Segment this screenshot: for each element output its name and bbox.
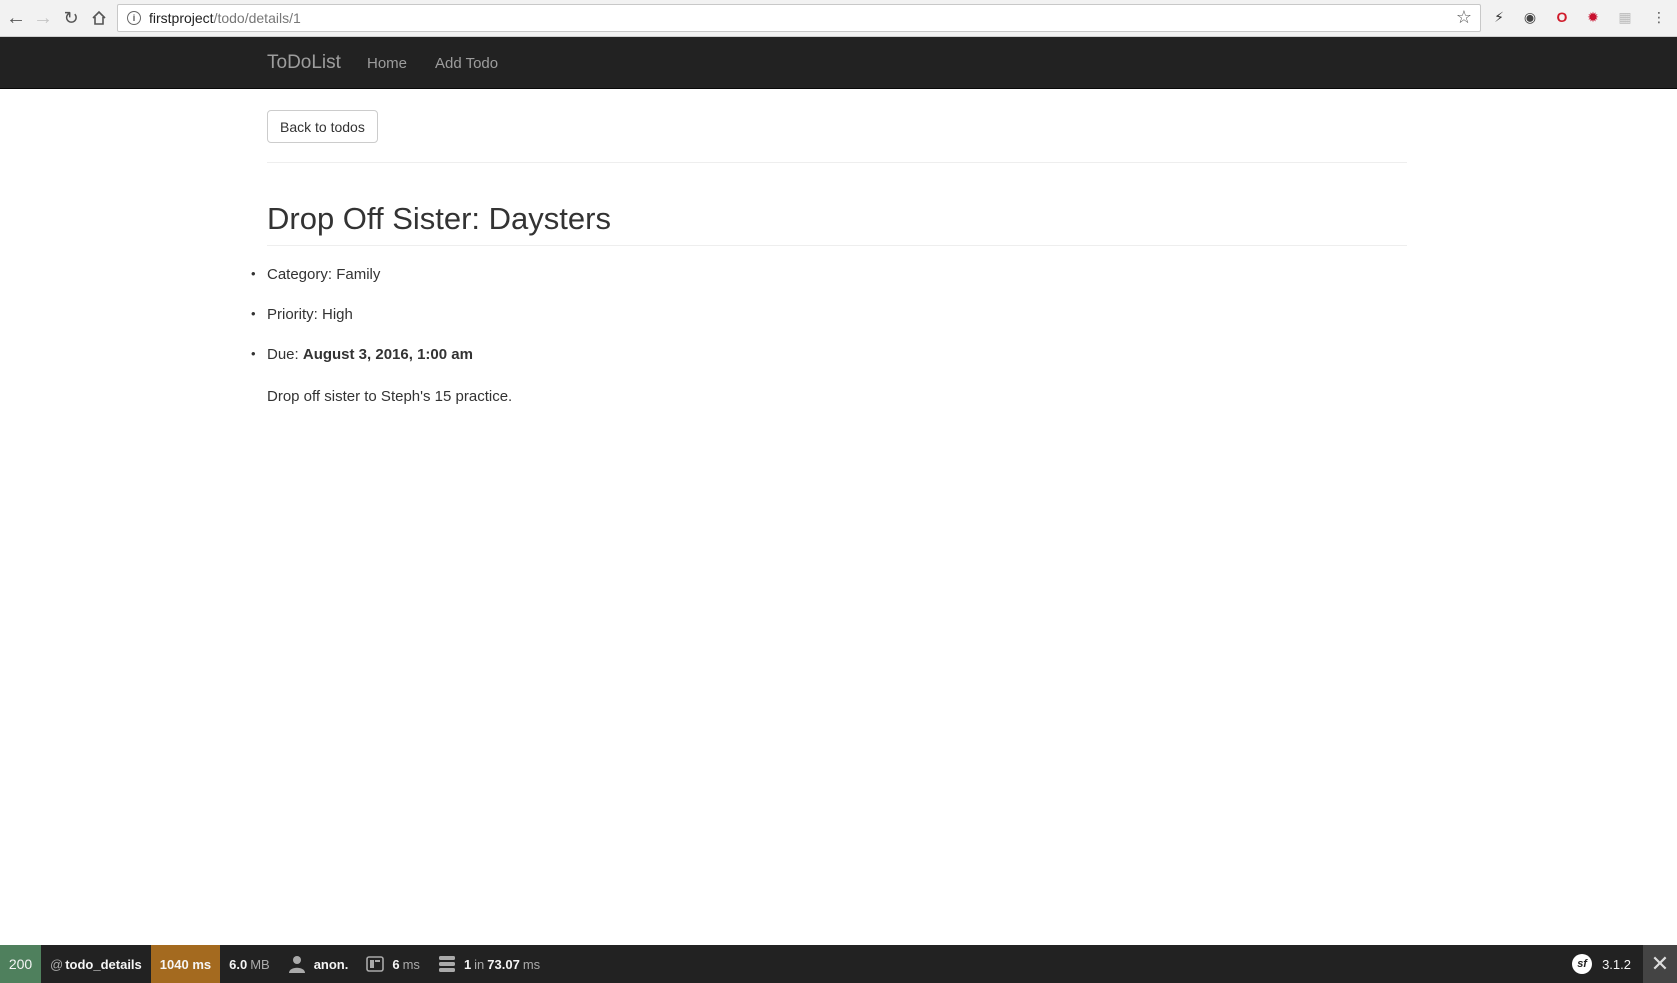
symfony-version[interactable]: 3.1.2 — [1602, 957, 1631, 972]
memory-usage[interactable]: 6.0 MB — [220, 945, 279, 983]
database-icon — [438, 955, 456, 973]
title-divider — [267, 245, 1407, 246]
app-navbar: ToDoList Home Add Todo — [0, 37, 1677, 89]
route-name[interactable]: @ todo_details — [41, 945, 151, 983]
symfony-version-area: sf 3.1.2 ✕ — [1572, 945, 1677, 983]
close-icon[interactable]: ✕ — [1643, 945, 1677, 983]
divider — [267, 162, 1407, 163]
page-title: Drop Off Sister: Daysters — [267, 201, 611, 236]
extension-grid-icon[interactable]: ▦ — [1616, 8, 1634, 26]
template-icon — [366, 955, 385, 973]
list-item-due: Due: August 3, 2016, 1:00 am — [251, 346, 473, 363]
list-item-priority: Priority: High — [251, 306, 353, 323]
opera-icon[interactable]: O — [1553, 8, 1571, 26]
forward-arrow-icon[interactable]: → — [29, 4, 57, 32]
back-arrow-icon[interactable]: ← — [2, 4, 30, 32]
user-info[interactable]: anon. — [279, 945, 358, 983]
url-text: firstproject/todo/details/1 — [149, 10, 301, 26]
address-bar[interactable]: i firstproject/todo/details/1 ☆ — [117, 4, 1481, 32]
due-value: August 3, 2016, 1:00 am — [302, 346, 473, 363]
back-to-todos-button[interactable]: Back to todos — [267, 110, 378, 143]
extension-globe-icon[interactable]: ◉ — [1521, 8, 1539, 26]
symfony-debug-toolbar: 200 @ todo_details 1040 ms 6.0 MB anon. 6m… — [0, 945, 1677, 983]
database-queries[interactable]: 1 in 73.07 ms — [429, 945, 549, 983]
status-code-badge[interactable]: 200 — [0, 945, 41, 983]
extension-bug-icon[interactable]: ✹ — [1584, 8, 1602, 26]
symfony-logo-icon[interactable]: sf — [1572, 954, 1593, 974]
user-icon — [288, 955, 306, 973]
bookmark-star-icon[interactable]: ☆ — [1456, 7, 1472, 28]
info-icon[interactable]: i — [127, 11, 141, 25]
extension-bolt-icon[interactable]: ⚡ — [1490, 8, 1508, 26]
priority-value: High — [322, 306, 353, 323]
render-time[interactable]: 6 ms — [357, 945, 429, 983]
nav-link-add-todo[interactable]: Add Todo — [435, 55, 498, 72]
nav-link-home[interactable]: Home — [367, 55, 407, 72]
request-time-badge[interactable]: 1040 ms — [150, 945, 221, 983]
menu-dots-icon[interactable]: ⋮ — [1650, 8, 1668, 26]
list-item-category: Category: Family — [251, 266, 381, 283]
home-icon[interactable] — [85, 4, 113, 32]
category-value: Family — [336, 266, 381, 283]
navbar-brand[interactable]: ToDoList — [267, 52, 341, 74]
reload-icon[interactable]: ↻ — [57, 4, 85, 32]
todo-description: Drop off sister to Steph's 15 practice. — [267, 388, 513, 405]
browser-toolbar: ← → ↻ i firstproject/todo/details/1 ☆ ⚡ … — [0, 0, 1677, 37]
